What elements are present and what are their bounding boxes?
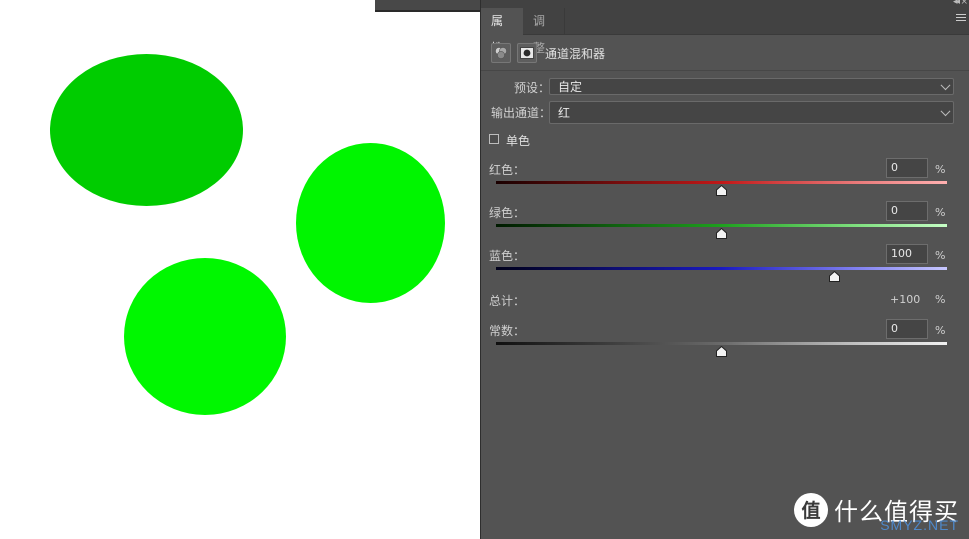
channel-mixer-icon[interactable] [491, 43, 511, 63]
red-value-input[interactable]: 0 [886, 158, 928, 178]
green-slider-thumb[interactable] [716, 228, 727, 239]
monochrome-label: 单色 [506, 134, 531, 148]
panel-top-bar: ◂◂ × [481, 0, 969, 8]
blue-slider-track[interactable] [496, 267, 947, 270]
panel-edge-strip [375, 0, 481, 12]
red-unit: % [935, 163, 946, 176]
chevron-down-icon [940, 79, 951, 90]
chevron-down-icon [940, 105, 951, 116]
monochrome-checkbox[interactable] [489, 134, 499, 144]
layer-mask-icon[interactable] [517, 43, 537, 63]
green-slider-track[interactable] [496, 224, 947, 227]
output-channel-label: 输出通道： [491, 106, 552, 120]
panel-menu-icon[interactable] [956, 14, 966, 24]
tab-properties[interactable]: 属性 [481, 8, 523, 55]
output-channel-select[interactable]: 红 [549, 101, 954, 124]
green-ellipse-right [296, 143, 445, 303]
preset-value: 自定 [558, 80, 583, 94]
adjustment-header: 通道混和器 [491, 43, 605, 63]
constant-slider-track[interactable] [496, 342, 947, 345]
collapse-icon[interactable]: ◂◂ [953, 0, 960, 7]
blue-slider-thumb[interactable] [828, 271, 840, 282]
red-slider-track[interactable] [496, 181, 947, 184]
total-unit: % [935, 293, 946, 306]
output-channel-value: 红 [558, 106, 571, 120]
blue-value-input[interactable]: 100 [886, 244, 928, 264]
green-unit: % [935, 206, 946, 219]
constant-value-input[interactable]: 0 [886, 319, 928, 339]
watermark-logo: 值 [794, 492, 828, 527]
constant-unit: % [935, 324, 946, 337]
preset-label: 预设： [514, 81, 551, 95]
panel-tabbar: 属性 调整 [481, 8, 969, 55]
properties-panel: ◂◂ × 属性 调整 通道混和器 预设： 自定 输出通道： 红 [480, 0, 969, 539]
document-canvas[interactable] [0, 0, 481, 539]
blue-label: 蓝色： [489, 249, 526, 263]
blue-unit: % [935, 249, 946, 262]
constant-label: 常数： [489, 324, 526, 338]
watermark-sub: SMYZ.NET [880, 517, 959, 533]
green-ellipse-dark [50, 54, 243, 206]
tab-adjustments[interactable]: 调整 [523, 8, 565, 55]
divider [481, 70, 969, 71]
panel-close-icon[interactable]: × [960, 0, 968, 7]
green-circle-bottom [124, 258, 286, 415]
green-label: 绿色： [489, 206, 526, 220]
red-label: 红色： [489, 163, 526, 177]
total-value: +100 [890, 293, 921, 306]
red-slider-thumb[interactable] [716, 185, 727, 196]
green-value-input[interactable]: 0 [886, 201, 928, 221]
adjustment-title: 通道混和器 [545, 46, 606, 61]
constant-slider-thumb[interactable] [716, 346, 727, 357]
total-label: 总计： [489, 294, 526, 308]
preset-select[interactable]: 自定 [549, 78, 954, 95]
